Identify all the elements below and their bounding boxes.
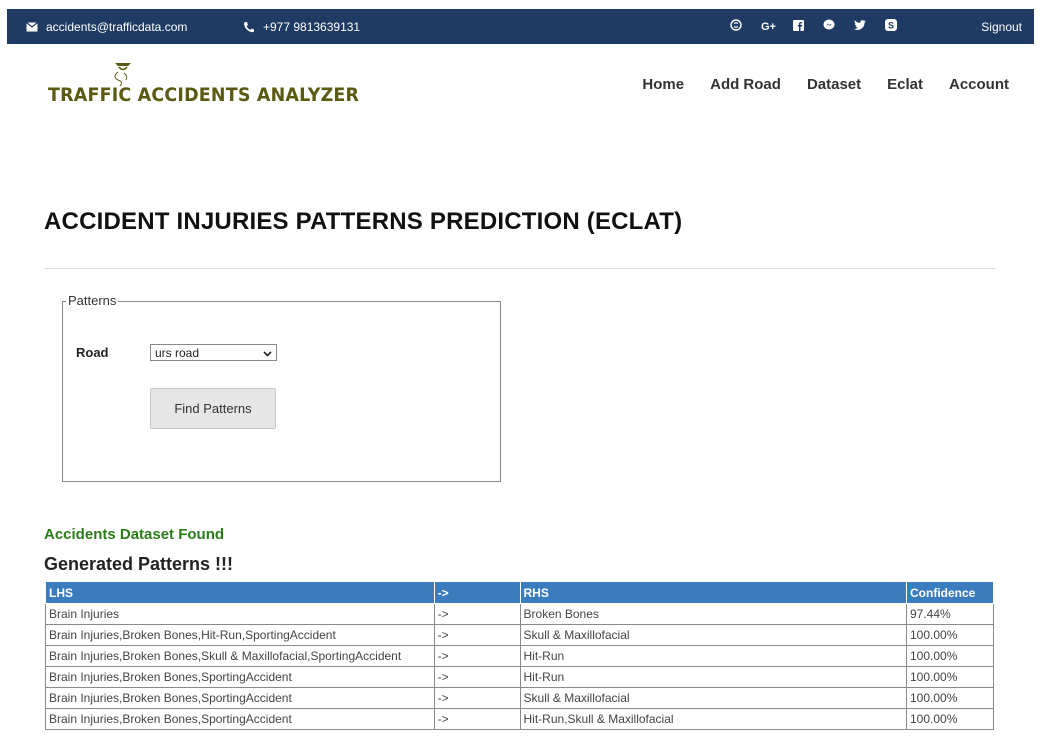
road-label: Road <box>76 345 109 360</box>
table-header-row: LHS -> RHS Confidence <box>45 581 994 604</box>
cell-lhs: Brain Injuries,Broken Bones,SportingAcci… <box>45 687 435 709</box>
generated-patterns-title: Generated Patterns !!! <box>44 554 234 574</box>
find-patterns-button[interactable]: Find Patterns <box>150 388 276 429</box>
nav-eclat[interactable]: Eclat <box>887 76 923 93</box>
cell-lhs: Brain Injuries <box>45 603 435 625</box>
header-rhs: RHS <box>519 581 908 604</box>
signout-link[interactable]: Signout <box>981 9 1022 44</box>
header-arrow: -> <box>433 581 521 604</box>
cell-lhs: Brain Injuries,Broken Bones,SportingAcci… <box>45 708 435 730</box>
cell-arrow: -> <box>433 645 521 667</box>
main-nav: Home Add Road Dataset Eclat Account <box>642 76 1009 93</box>
twitter-icon[interactable] <box>854 20 866 33</box>
cell-arrow: -> <box>433 624 521 646</box>
cell-confidence: 100.00% <box>906 666 994 688</box>
patterns-table: LHS -> RHS Confidence Brain Injuries -> … <box>45 581 994 730</box>
brand-logo[interactable]: TRAFFIC ACCIDENTS ANALYZER <box>48 60 359 110</box>
header-lhs: LHS <box>45 581 435 604</box>
phone-text: +977 9813639131 <box>263 19 361 34</box>
contact-email[interactable]: accidents@trafficdata.com <box>25 9 187 44</box>
skype-icon[interactable] <box>730 19 742 34</box>
cell-arrow: -> <box>433 687 521 709</box>
phone-icon <box>242 20 256 34</box>
cell-rhs: Skull & Maxillofacial <box>519 624 908 646</box>
header-confidence: Confidence <box>906 581 994 604</box>
social-links: G+ S <box>730 9 897 44</box>
fieldset-legend: Patterns <box>66 293 119 308</box>
road-select-value: urs road <box>155 345 200 360</box>
cell-rhs: Hit-Run <box>519 666 908 688</box>
skype-alt-icon[interactable]: S <box>885 19 897 34</box>
contact-phone[interactable]: +977 9813639131 <box>242 9 360 44</box>
cell-lhs: Brain Injuries,Broken Bones,SportingAcci… <box>45 666 435 688</box>
cell-confidence: 100.00% <box>906 708 994 730</box>
cell-rhs: Skull & Maxillofacial <box>519 687 908 709</box>
table-row: Brain Injuries,Broken Bones,SportingAcci… <box>45 708 994 730</box>
table-row: Brain Injuries,Broken Bones,SportingAcci… <box>45 666 994 688</box>
brand-name: TRAFFIC ACCIDENTS ANALYZER <box>48 84 360 106</box>
cell-rhs: Hit-Run,Skull & Maxillofacial <box>519 708 908 730</box>
cell-confidence: 97.44% <box>906 603 994 625</box>
cell-rhs: Broken Bones <box>519 603 908 625</box>
table-row: Brain Injuries,Broken Bones,Skull & Maxi… <box>45 645 994 667</box>
cell-lhs: Brain Injuries,Broken Bones,Skull & Maxi… <box>45 645 435 667</box>
dataset-found-message: Accidents Dataset Found <box>44 526 225 543</box>
page-title: ACCIDENT INJURIES PATTERNS PREDICTION (E… <box>44 208 683 235</box>
cell-rhs: Hit-Run <box>519 645 908 667</box>
cell-lhs: Brain Injuries,Broken Bones,Hit-Run,Spor… <box>45 624 435 646</box>
cell-arrow: -> <box>433 666 521 688</box>
table-row: Brain Injuries -> Broken Bones 97.44% <box>45 603 994 625</box>
chevron-down-icon <box>263 346 272 360</box>
cell-confidence: 100.00% <box>906 687 994 709</box>
facebook-icon[interactable] <box>792 19 804 34</box>
top-bar: accidents@trafficdata.com +977 981363913… <box>7 9 1034 44</box>
nav-home[interactable]: Home <box>642 76 684 93</box>
table-row: Brain Injuries,Broken Bones,SportingAcci… <box>45 687 994 709</box>
envelope-icon <box>25 20 39 34</box>
cell-arrow: -> <box>433 603 521 625</box>
road-select[interactable]: urs road <box>150 344 277 361</box>
nav-dataset[interactable]: Dataset <box>807 76 861 93</box>
patterns-fieldset: Patterns Road urs road Find Patterns <box>62 293 501 482</box>
cell-arrow: -> <box>433 708 521 730</box>
svg-text:S: S <box>888 21 894 31</box>
nav-account[interactable]: Account <box>949 76 1009 93</box>
table-row: Brain Injuries,Broken Bones,Hit-Run,Spor… <box>45 624 994 646</box>
cell-confidence: 100.00% <box>906 624 994 646</box>
nav-add-road[interactable]: Add Road <box>710 76 781 93</box>
divider <box>44 268 996 269</box>
email-text: accidents@trafficdata.com <box>46 19 188 34</box>
google-plus-icon[interactable]: G+ <box>761 21 776 33</box>
cell-confidence: 100.00% <box>906 645 994 667</box>
messenger-icon[interactable] <box>823 19 835 34</box>
